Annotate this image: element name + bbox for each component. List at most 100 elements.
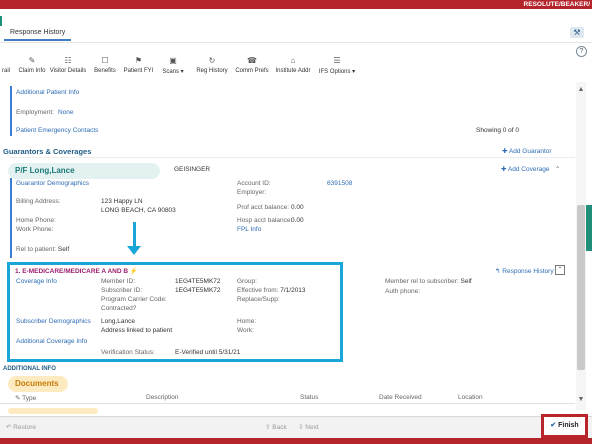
group-label: Group: [237,278,257,285]
billing-address-line2: LONG BEACH, CA 90803 [101,207,176,214]
add-guarantor-button[interactable]: ✚ Add Guarantor [502,147,552,155]
annotation-arrow-shaft [133,222,136,248]
toolbar-item-claim-info[interactable]: ✎ Claim Info [17,55,47,81]
bottom-border [0,438,592,444]
column-type-label: Type [22,395,37,402]
account-id-value[interactable]: 6391508 [327,180,352,187]
subscriber-name: Long,Lance [101,318,135,325]
restore-button[interactable]: ↶ Restore [6,423,36,431]
tab-bar [0,9,592,43]
scroll-up-icon[interactable]: ▲ [576,86,586,96]
next-button[interactable]: ⇩ Next [298,423,319,431]
program-carrier-label: Program Carrier Code: [101,296,167,303]
employer-label: Employer: [237,189,267,196]
effective-value: 7/1/2013 [280,287,306,294]
side-panel-handle[interactable] [586,205,592,251]
column-description[interactable]: Description [146,394,179,401]
scrollbar-thumb[interactable] [577,205,585,370]
coverage-info-link[interactable]: Coverage Info [16,278,57,285]
response-history-label: Response History [502,268,554,275]
finish-button[interactable]: ✔ Finish [544,417,585,435]
additional-patient-info-link[interactable]: Additional Patient Info [16,89,79,96]
add-icon: ✚ [502,148,509,155]
history-icon: ↻ [208,56,216,65]
additional-info-title: ADDITIONAL INFO [3,366,56,372]
list-icon [0,55,12,66]
column-location[interactable]: Location [458,394,483,401]
toolbar-item-scans[interactable]: ▣ Scans ▾ [160,55,186,81]
back-label: Back [272,424,287,431]
home-phone-label: Home Phone: [16,217,56,224]
chevron-down-icon: ▾ [352,69,356,75]
toolbar-item-patient-fyi[interactable]: ⚑ Patient FYI [121,55,156,81]
section-accent-line [10,178,12,258]
environment-label: RESOLUTE/BEAKER/ [523,1,590,8]
toolbar-label: Visitor Details [49,68,87,74]
work-label: Work: [237,327,254,334]
toolbar-item-visitor-details[interactable]: ☷ Visitor Details [48,55,88,81]
guarantor-name: P/F Long,Lance [15,166,75,175]
add-coverage-button[interactable]: ✚ Add Coverage [501,165,549,173]
member-id-value: 1EG4TE5MK72 [175,278,221,285]
finish-label: Finish [558,422,579,429]
documents-title: Documents [15,379,59,388]
toolbar-item-comm-prefs[interactable]: ☎ Comm Prefs [234,55,270,81]
column-status[interactable]: Status [300,394,318,401]
billing-address-line1: 123 Happy LN [101,198,143,205]
rel-to-patient: Rel to patient: Self [16,246,69,253]
divider [10,157,575,158]
member-rel-value: Self [460,278,472,285]
toolbar-item-reg-history[interactable]: ↻ Reg History [194,55,230,81]
toolbar-label: IFS Options [318,69,351,75]
column-type[interactable]: ✎ Type [15,394,36,402]
check-icon: ✔ [550,422,559,429]
subscriber-id-value: 1EG4TE5MK72 [175,287,221,294]
home-label: Home: [237,318,257,325]
toolbar-label: Scans [162,69,179,75]
documents-table-header [0,393,575,404]
toolbar-label: Reg History [196,68,228,74]
arrow-down-icon [127,246,141,255]
rel-value: Self [57,246,70,253]
toolbar-label: Patient FYI [123,68,154,74]
toolbar-label: Benefits [94,68,116,74]
effective-label: Effective from: [237,287,279,294]
subscriber-id-label: Subscriber ID: [101,287,143,294]
guarantor-demographics-link[interactable]: Guarantor Demographics [16,180,89,187]
collapse-coverage-icon[interactable]: ⌃ [555,265,565,275]
options-icon: ☰ [333,56,341,65]
toolbar-item-rail[interactable]: rail [0,55,12,81]
employment-value[interactable]: None [58,109,74,116]
comm-icon: ☎ [247,56,257,65]
emergency-contacts-link[interactable]: Patient Emergency Contacts [16,127,98,134]
response-history-link[interactable]: ↰ Response History [495,267,554,275]
replace-supp-label: Replace/Supp: [237,296,280,303]
guarantors-section-title: Guarantors & Coverages [3,147,92,156]
lightning-icon: ⚡ [129,268,138,275]
wrench-icon[interactable]: ⚒ [570,27,584,38]
coverage-title[interactable]: 1. E-MEDICARE/MEDICARE A AND B ⚡ [15,267,138,275]
scans-icon: ▣ [169,56,177,65]
additional-coverage-info-link[interactable]: Additional Coverage Info [16,338,87,345]
back-button[interactable]: ⇧ Back [265,423,287,431]
tab-response-history[interactable]: Response History [4,25,72,41]
column-date-received[interactable]: Date Received [379,394,422,401]
scroll-down-icon[interactable]: ▼ [576,396,586,406]
bottom-action-bar [0,416,592,438]
address-linked: Address linked to patient [101,327,173,334]
rel-label: Rel to patient: [16,246,57,253]
employment-label: Employment: [16,109,54,116]
subscriber-demographics-link[interactable]: Subscriber Demographics [16,318,91,325]
restore-label: Restore [13,424,37,431]
fpl-info-link[interactable]: FPL Info [237,226,261,233]
toolbar-item-institute-addr[interactable]: ⌂ Institute Addr [274,55,312,81]
add-guarantor-label: Add Guarantor [508,148,552,155]
showing-count: Showing 0 of 0 [476,127,520,134]
hosp-balance-label: Hosp acct balance: [237,217,293,224]
collapse-icon[interactable]: ⌃ [555,165,560,173]
toolbar-item-ifs-options[interactable]: ☰ IFS Options ▾ [316,55,358,81]
toolbar-item-benefits[interactable]: ☐ Benefits [91,55,119,81]
member-rel-label: Member rel to subscriber: [385,278,459,285]
claim-icon: ✎ [28,56,36,65]
section-accent-line [10,86,12,136]
